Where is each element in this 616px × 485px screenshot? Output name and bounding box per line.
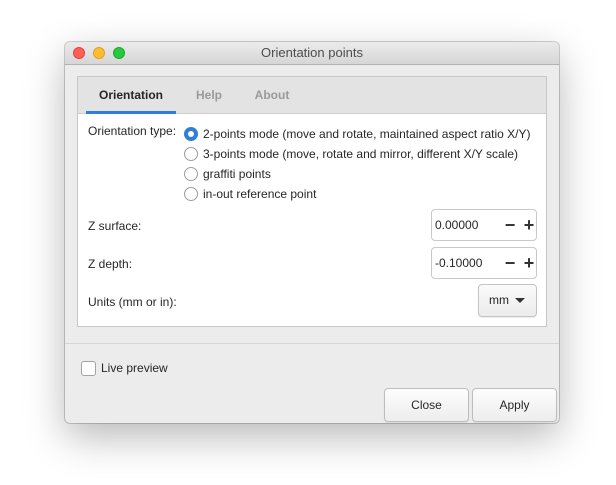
radio-label: in-out reference point [203, 187, 317, 201]
units-dropdown[interactable]: mm [478, 284, 537, 317]
tab-orientation[interactable]: Orientation [86, 77, 176, 114]
radio-button[interactable] [184, 147, 198, 161]
tab-bar: Orientation Help About [78, 77, 546, 114]
chevron-down-icon [515, 298, 525, 303]
dialog-window: Orientation points Orientation Help Abou… [65, 42, 559, 423]
tab-about[interactable]: About [250, 77, 294, 113]
tab-panel: Orientation Help About Orientation type:… [77, 76, 547, 327]
window-title: Orientation points [261, 45, 363, 60]
units-selected-value: mm [489, 293, 509, 307]
radio-button-checked[interactable] [184, 127, 198, 141]
live-preview-checkbox[interactable] [81, 360, 96, 376]
orientation-type-label: Orientation type: [88, 124, 177, 138]
radio-button[interactable] [184, 167, 198, 181]
live-preview-toggle[interactable]: Live preview [81, 360, 168, 376]
z-surface-spinbox: − + [431, 209, 537, 241]
divider [65, 343, 559, 344]
radio-graffiti-points[interactable]: graffiti points [184, 165, 271, 183]
title-bar[interactable]: Orientation points [65, 42, 559, 65]
units-label: Units (mm or in): [88, 295, 177, 309]
z-depth-label: Z depth: [88, 257, 133, 271]
radio-2-points[interactable]: 2-points mode (move and rotate, maintain… [184, 125, 531, 143]
radio-button[interactable] [184, 187, 198, 201]
z-depth-spinbox: − + [431, 247, 537, 279]
z-depth-increment-button[interactable]: + [521, 248, 537, 278]
z-depth-input[interactable] [435, 248, 501, 278]
apply-button[interactable]: Apply [472, 388, 557, 422]
tab-help[interactable]: Help [190, 77, 228, 113]
radio-in-out-reference[interactable]: in-out reference point [184, 185, 316, 203]
radio-label: graffiti points [203, 167, 271, 181]
z-surface-label: Z surface: [88, 219, 142, 233]
z-surface-decrement-button[interactable]: − [502, 210, 518, 240]
z-depth-decrement-button[interactable]: − [502, 248, 518, 278]
radio-label: 2-points mode (move and rotate, maintain… [203, 127, 531, 141]
close-button[interactable]: Close [384, 388, 469, 422]
z-surface-input[interactable] [435, 210, 501, 240]
radio-3-points[interactable]: 3-points mode (move, rotate and mirror, … [184, 145, 518, 163]
z-surface-increment-button[interactable]: + [521, 210, 537, 240]
live-preview-label: Live preview [101, 361, 168, 375]
radio-label: 3-points mode (move, rotate and mirror, … [203, 147, 519, 161]
